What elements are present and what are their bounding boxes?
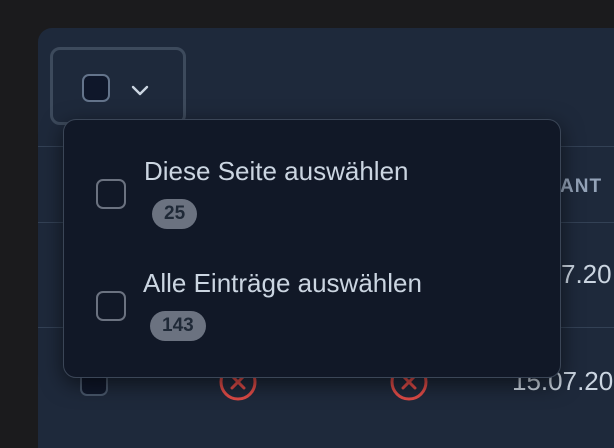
option-checkbox[interactable] — [96, 179, 126, 209]
count-badge: 143 — [150, 311, 206, 341]
count-badge: 25 — [152, 199, 198, 229]
column-header: ANT — [560, 176, 603, 197]
option-label: Alle Einträge auswählen — [143, 268, 422, 298]
option-checkbox[interactable] — [96, 291, 126, 321]
bulk-select-trigger[interactable] — [50, 47, 186, 125]
option-label: Diese Seite auswählen — [144, 156, 409, 186]
bulk-select-checkbox[interactable] — [82, 74, 110, 102]
bulk-select-dropdown: Diese Seite auswählen 25 Alle Einträge a… — [63, 119, 561, 378]
chevron-down-icon[interactable] — [129, 79, 151, 101]
date-cell: 7.20 — [561, 259, 612, 289]
select-all-option[interactable]: Alle Einträge auswählen 143 — [64, 252, 560, 352]
select-page-option[interactable]: Diese Seite auswählen 25 — [64, 140, 560, 240]
